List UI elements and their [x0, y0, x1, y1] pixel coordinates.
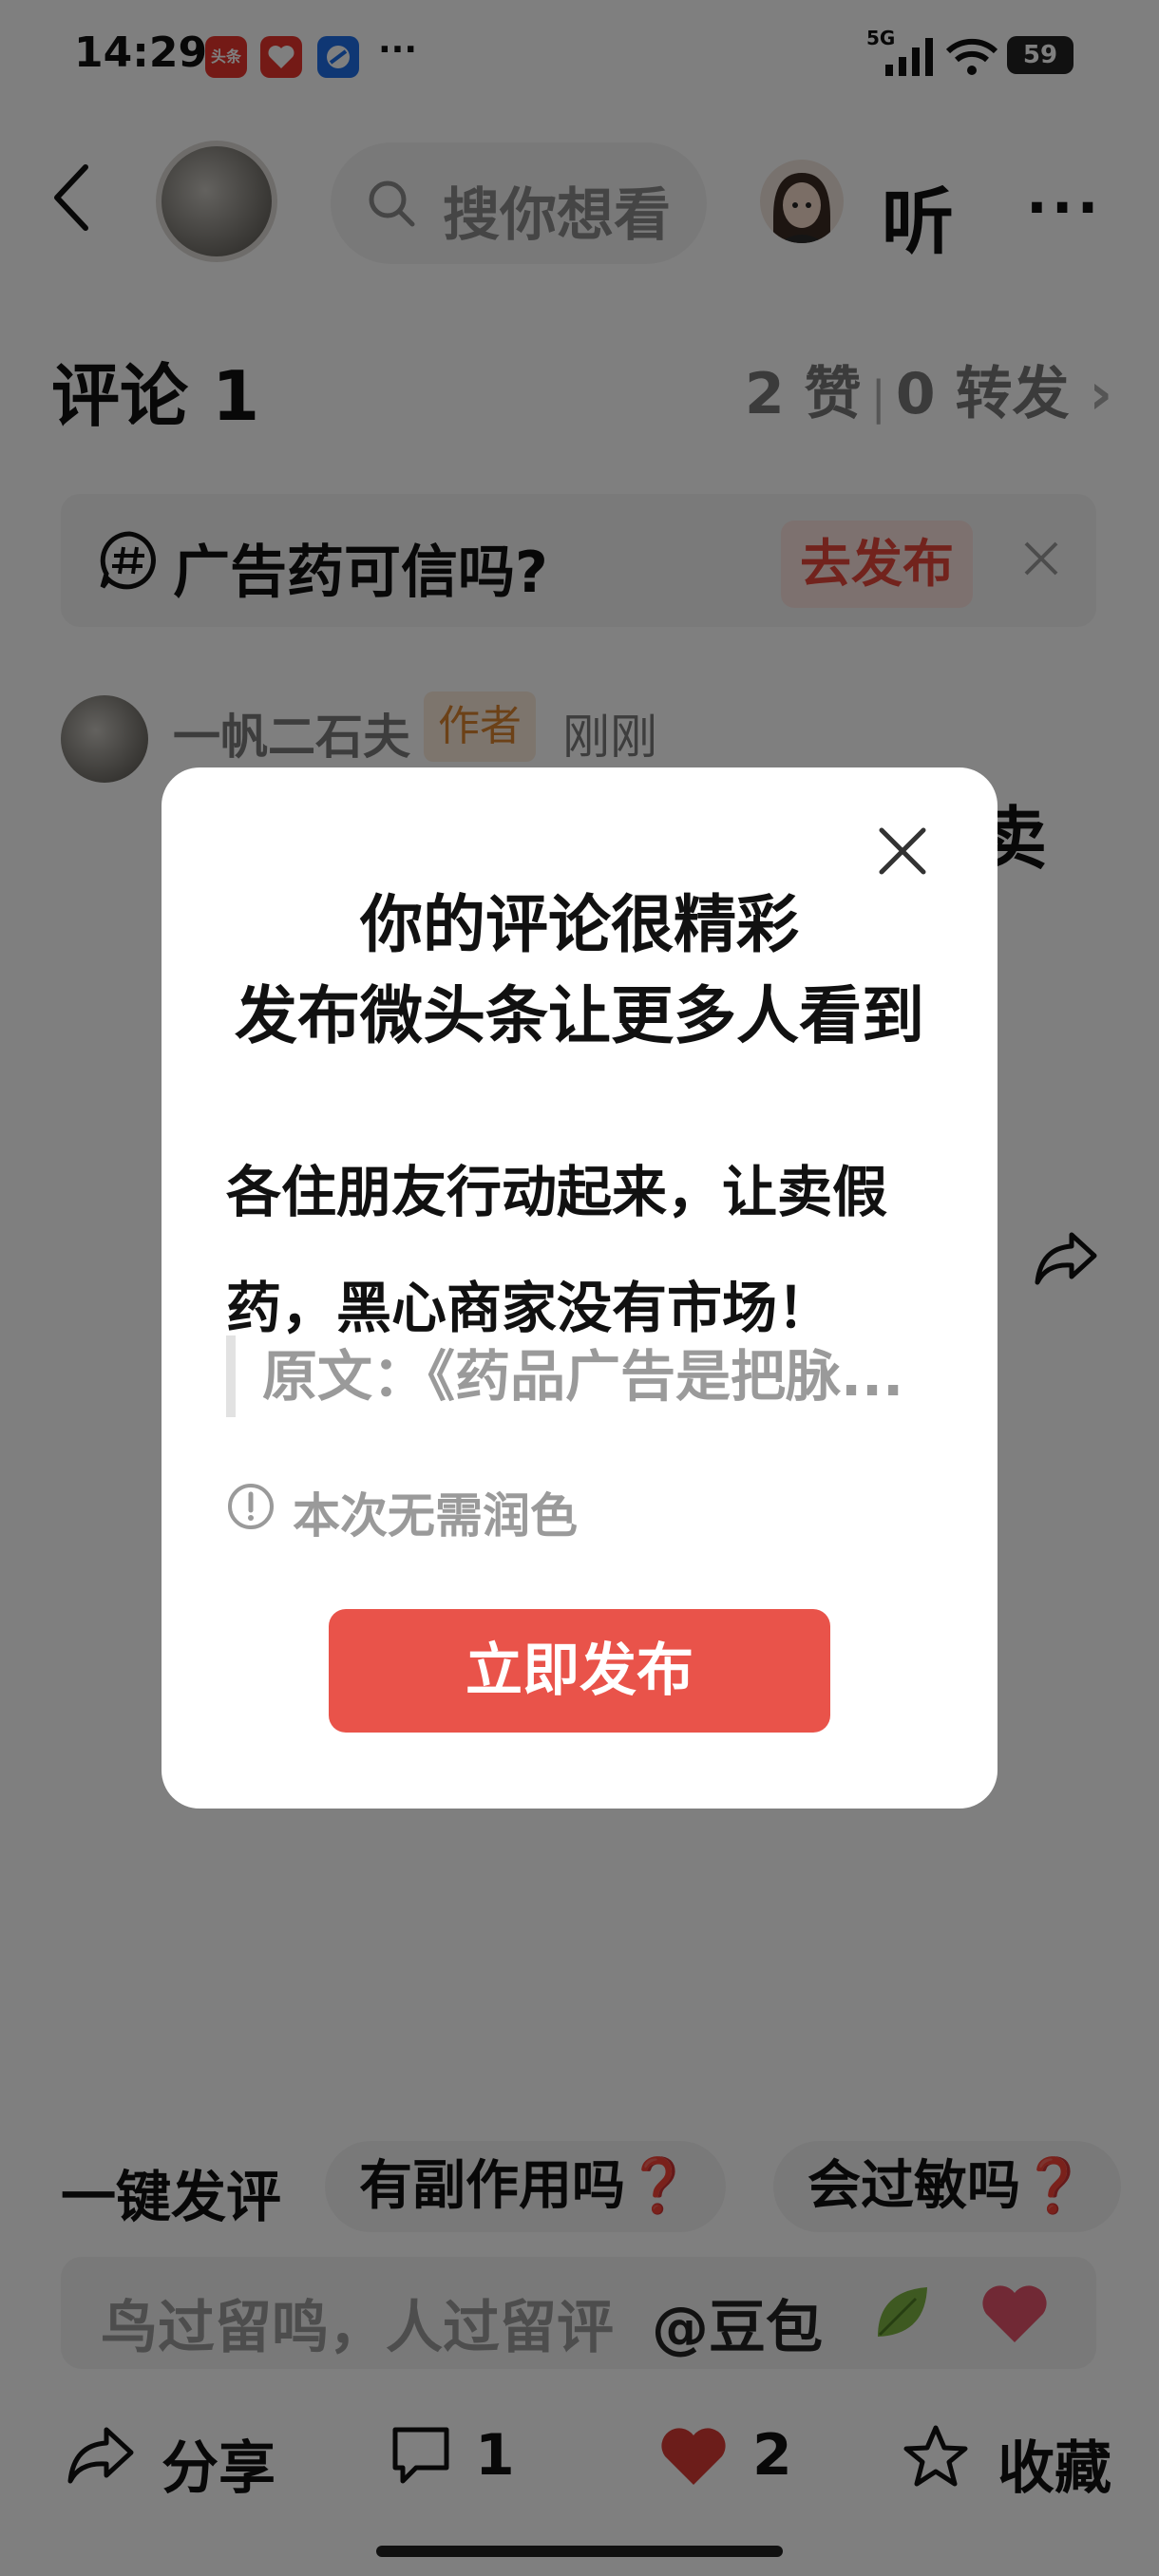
dialog-title-line2: 发布微头条让更多人看到 [235, 979, 924, 1052]
polish-note: 本次无需润色 [293, 1488, 578, 1544]
publish-dialog: 你的评论很精彩 发布微头条让更多人看到 各住朋友行动起来，让卖假药，黑心商家没有… [162, 767, 998, 1809]
original-article-quote: 原文：《药品广告是把脉... [226, 1335, 948, 1417]
info-exclamation-icon [228, 1484, 274, 1529]
dialog-title: 你的评论很精彩 发布微头条让更多人看到 [162, 880, 998, 1062]
dialog-comment-text: 各住朋友行动起来，让卖假药，黑心商家没有市场！ [226, 1160, 888, 1340]
publish-now-button[interactable]: 立即发布 [329, 1609, 830, 1733]
dialog-title-line1: 你的评论很精彩 [360, 888, 799, 961]
close-icon[interactable] [876, 824, 929, 878]
